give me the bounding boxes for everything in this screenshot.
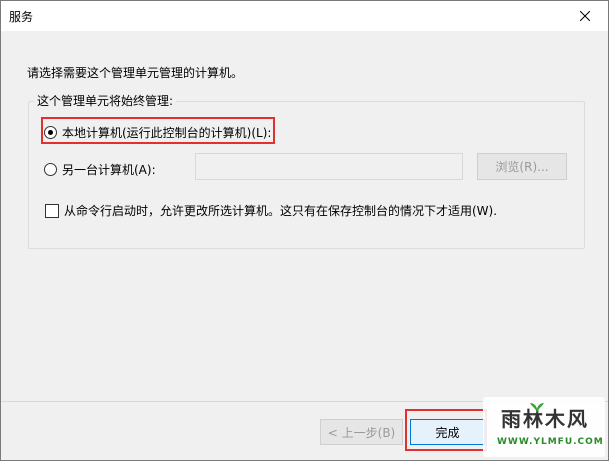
allow-change-option[interactable]: 从命令行启动时，允许更改所选计算机。这只有在保存控制台的情况下才适用(W). [45, 202, 497, 219]
group-caption: 这个管理单元将始终管理: [34, 92, 177, 109]
close-button[interactable] [562, 1, 608, 31]
finish-button[interactable]: 完成 [410, 419, 485, 445]
local-computer-label: 本地计算机(运行此控制台的计算机)(L): [62, 126, 272, 140]
title-bar[interactable]: 服务 [1, 1, 608, 31]
other-computer-input[interactable] [195, 153, 463, 180]
other-computer-label: 另一台计算机(A): [62, 163, 156, 177]
window-title: 服务 [9, 10, 34, 24]
browse-button[interactable]: 浏览(R)... [477, 153, 567, 180]
allow-change-checkbox[interactable] [45, 203, 59, 218]
allow-change-label: 从命令行启动时，允许更改所选计算机。这只有在保存控制台的情况下才适用(W). [64, 204, 498, 218]
watermark-site-name: 雨林木风 [501, 407, 589, 431]
other-computer-radio[interactable] [44, 163, 57, 176]
local-computer-option[interactable]: 本地计算机(运行此控制台的计算机)(L): [44, 124, 271, 141]
local-computer-radio[interactable] [44, 126, 57, 139]
close-icon [580, 11, 590, 21]
other-computer-option[interactable]: 另一台计算机(A): [44, 161, 156, 178]
prompt-text: 请选择需要这个管理单元管理的计算机。 [27, 66, 244, 80]
services-dialog: 服务 请选择需要这个管理单元管理的计算机。 这个管理单元将始终管理: 本地计算机… [0, 0, 609, 461]
leaf-icon [530, 403, 544, 414]
watermark-logo: 雨林木风 WWW.YLMFU.COM [483, 397, 605, 457]
back-button[interactable]: < 上一步(B) [320, 419, 403, 445]
watermark-url: WWW.YLMFU.COM [497, 437, 604, 447]
